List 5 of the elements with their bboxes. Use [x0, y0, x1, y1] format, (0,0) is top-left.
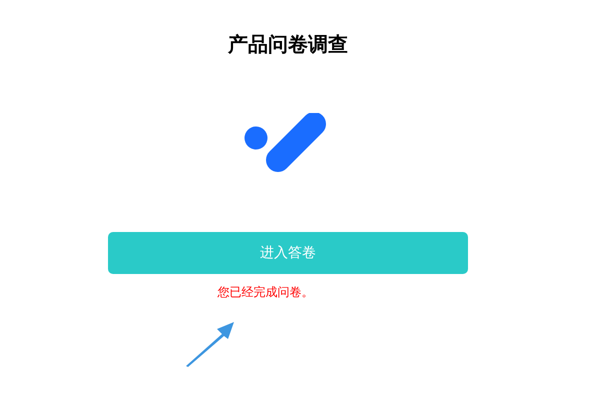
completed-message: 您已经完成问卷。	[218, 284, 314, 300]
enter-survey-button[interactable]: 进入答卷	[108, 232, 468, 274]
arrow-icon	[184, 320, 236, 368]
logo-icon	[244, 113, 326, 173]
page-title: 产品问卷调查	[228, 31, 348, 58]
